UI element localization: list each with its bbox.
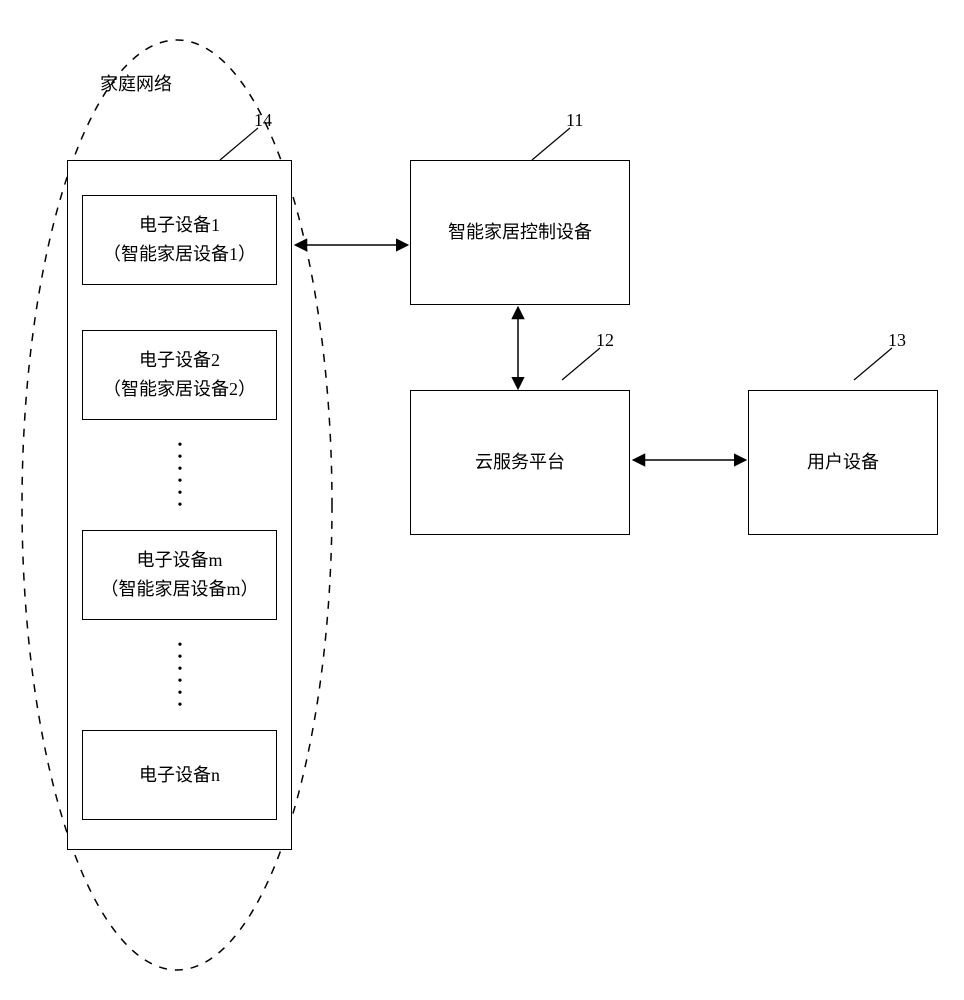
user-box: 用户设备 bbox=[748, 390, 938, 535]
ref-13: 13 bbox=[888, 330, 906, 351]
diagram-canvas: { "group": { "title": "家庭网络", "ref": "14… bbox=[0, 0, 964, 1000]
cloud-box: 云服务平台 bbox=[410, 390, 630, 535]
device-n-line1: 电子设备n bbox=[139, 761, 220, 790]
device-1-line2: （智能家居设备1） bbox=[103, 240, 256, 269]
device-box-1: 电子设备1 （智能家居设备1） bbox=[82, 195, 277, 285]
vdots-1: •••••• bbox=[170, 440, 190, 512]
device-m-line2: （智能家居设备m） bbox=[100, 575, 258, 604]
device-1-line1: 电子设备1 bbox=[139, 211, 220, 240]
cloud-label: 云服务平台 bbox=[475, 448, 565, 477]
device-box-m: 电子设备m （智能家居设备m） bbox=[82, 530, 277, 620]
ref-11: 11 bbox=[566, 110, 583, 131]
ref-12: 12 bbox=[596, 330, 614, 351]
group-title: 家庭网络 bbox=[100, 70, 172, 96]
device-2-line1: 电子设备2 bbox=[139, 346, 220, 375]
device-box-2: 电子设备2 （智能家居设备2） bbox=[82, 330, 277, 420]
user-label: 用户设备 bbox=[807, 448, 879, 477]
controller-label: 智能家居控制设备 bbox=[448, 218, 592, 247]
ref-14: 14 bbox=[254, 110, 272, 131]
controller-box: 智能家居控制设备 bbox=[410, 160, 630, 305]
device-m-line1: 电子设备m bbox=[136, 546, 222, 575]
device-box-n: 电子设备n bbox=[82, 730, 277, 820]
vdots-2: •••••• bbox=[170, 640, 190, 712]
device-2-line2: （智能家居设备2） bbox=[103, 375, 256, 404]
